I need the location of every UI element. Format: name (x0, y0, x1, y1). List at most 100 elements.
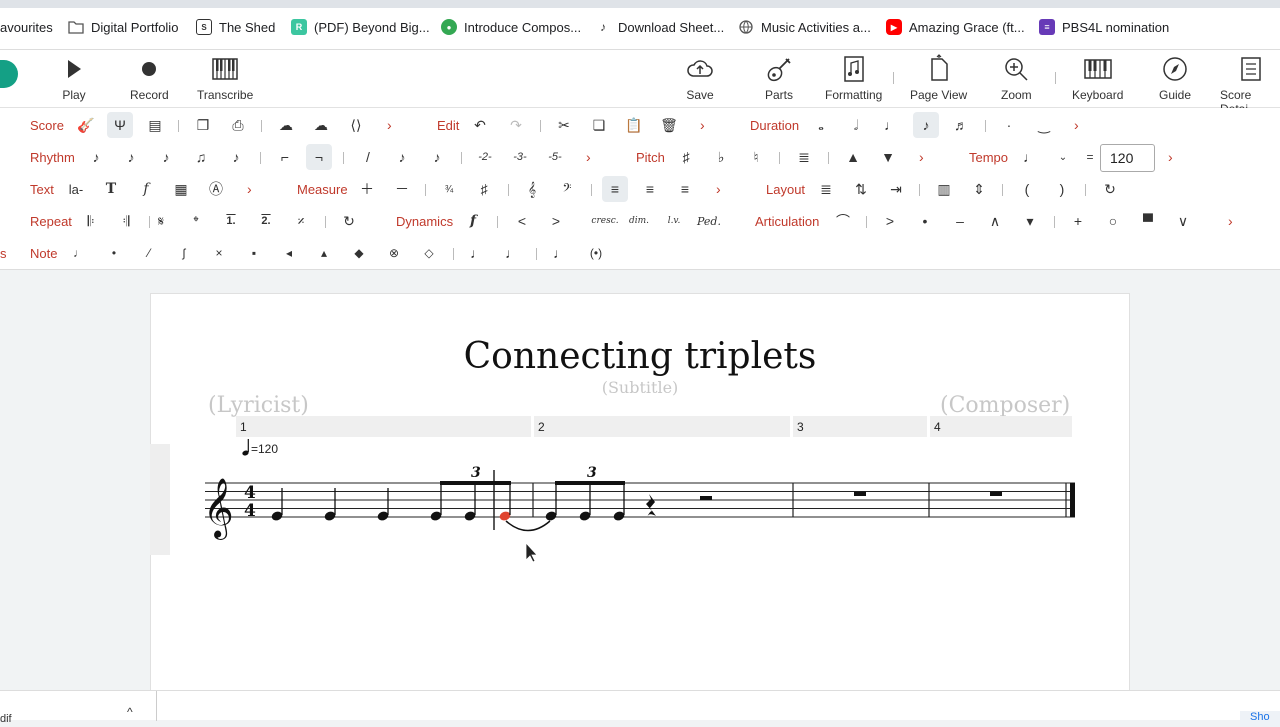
tempo-dropdown-chevron-icon[interactable]: ⌄ (1050, 144, 1076, 170)
score-lyricist[interactable]: (Lyricist) (208, 393, 309, 418)
parts-button[interactable]: Parts (764, 54, 794, 102)
repeat-end-icon[interactable]: 𝄇 (113, 208, 139, 234)
acciaccatura-icon[interactable]: ♪ (424, 144, 450, 170)
page-break-icon[interactable]: ⇅ (848, 176, 874, 202)
articulation-more-chevron-icon[interactable]: › (1228, 213, 1233, 229)
accent-icon[interactable]: > (877, 208, 903, 234)
staccatissimo-icon[interactable]: ▾ (1017, 208, 1043, 234)
bookmark-beyond-big[interactable]: R (PDF) Beyond Big... (291, 17, 430, 37)
tempo-input[interactable]: 120 (1100, 144, 1155, 172)
cue-note-icon[interactable]: ♪ (389, 144, 415, 170)
slash-icon[interactable]: / (355, 144, 381, 170)
beam-start-icon[interactable]: ⌐ (272, 144, 298, 170)
show-all-button[interactable]: Sho (1240, 711, 1280, 727)
notehead-circle-cross-icon[interactable]: ⊗ (381, 240, 407, 266)
bookmark-digital-portfolio[interactable]: Digital Portfolio (68, 17, 178, 37)
bookmark-introduce-compos[interactable]: ● Introduce Compos... (441, 17, 581, 37)
tuning-fork-icon[interactable]: Ψ (107, 112, 133, 138)
text-more-chevron-icon[interactable]: › (247, 181, 252, 197)
flat-icon[interactable]: ♭ (708, 144, 734, 170)
notehead-slash-stem-icon[interactable]: ʃ (171, 240, 197, 266)
down-bow-icon[interactable]: ▀ (1135, 208, 1161, 234)
measures-per-line-icon[interactable]: ▥ (931, 176, 957, 202)
whole-note-icon[interactable]: 𝅝 (808, 112, 834, 138)
small-note-icon[interactable]: ♩ (547, 240, 573, 266)
record-button[interactable]: Record (130, 54, 169, 102)
guitar-icon[interactable]: 🎸 (73, 112, 99, 138)
print-icon[interactable]: ⎙ (225, 112, 251, 138)
redo-icon[interactable]: ↷ (503, 112, 529, 138)
pitch-up-icon[interactable]: ▲ (840, 144, 866, 170)
stem-down-icon[interactable]: ♩ (464, 240, 490, 266)
score-page-icon[interactable]: ▤ (142, 112, 168, 138)
system-break-icon[interactable]: ≣ (813, 176, 839, 202)
spacing-icon[interactable]: ⇕ (966, 176, 992, 202)
marcato-icon[interactable]: ∧ (982, 208, 1008, 234)
segno-icon[interactable]: 𝄋 (148, 208, 174, 234)
staccato-icon[interactable]: • (912, 208, 938, 234)
sharp-icon[interactable]: ♯ (673, 144, 699, 170)
download-item-label[interactable]: dif (0, 713, 12, 725)
score-more-chevron-icon[interactable]: › (387, 117, 392, 133)
bookmark-favourites[interactable]: avourites (0, 17, 53, 37)
staff-selection-handle[interactable] (150, 444, 170, 555)
bookmark-music-activities[interactable]: Music Activities a... (738, 17, 871, 37)
chevron-up-icon[interactable]: ^ (127, 705, 133, 719)
cresc-text-button[interactable]: cresc. (591, 208, 618, 234)
transcribe-button[interactable]: Transcribe (197, 54, 253, 102)
second-ending-button[interactable]: 2. (253, 208, 279, 234)
beam-end-icon[interactable]: ¬ (306, 144, 332, 170)
bookmark-the-shed[interactable]: S The Shed (196, 17, 275, 37)
undo-icon[interactable]: ↶ (467, 112, 493, 138)
let-vibrate-button[interactable]: l.v. (661, 208, 687, 234)
triplet-button[interactable]: -3- (507, 144, 533, 170)
double-barline-icon[interactable]: ≡ (637, 176, 663, 202)
score-title[interactable]: Connecting triplets (150, 336, 1130, 377)
chord-diagram-icon[interactable]: ▦ (168, 176, 194, 202)
stem-up-icon[interactable]: ♩ (499, 240, 525, 266)
transpose-icon[interactable]: ≣ (791, 144, 817, 170)
notehead-half-diamond-icon[interactable]: ◇ (416, 240, 442, 266)
pedal-button[interactable]: Ped. (696, 208, 722, 234)
final-barline-icon[interactable]: ≡ (672, 176, 698, 202)
bass-clef-icon[interactable]: 𝄢 (554, 176, 580, 202)
copy-icon[interactable]: ❏ (586, 112, 612, 138)
text-button[interactable]: T (98, 176, 124, 202)
rehearsal-mark-icon[interactable]: Ⓐ (203, 176, 229, 202)
tempo-more-chevron-icon[interactable]: › (1168, 149, 1173, 165)
add-measure-icon[interactable]: ＋ (354, 176, 380, 202)
single-barline-icon[interactable]: ≡ (602, 176, 628, 202)
up-bow-icon[interactable]: ∨ (1170, 208, 1196, 234)
slash-note-icon[interactable]: ♪ (223, 144, 249, 170)
delete-icon[interactable]: 🗑 (656, 112, 682, 138)
cut-icon[interactable]: ✂ (551, 112, 577, 138)
sixteenth-note-icon[interactable]: ♬ (948, 112, 974, 138)
zoom-button[interactable]: Zoom (1001, 54, 1032, 102)
bookmark-pbs4l[interactable]: ≡ PBS4L nomination (1039, 17, 1169, 37)
expression-button[interactable]: f (133, 176, 159, 202)
stopped-icon[interactable]: + (1065, 208, 1091, 234)
formatting-button[interactable]: Formatting (825, 54, 882, 102)
measure-number-2[interactable]: 2 (534, 416, 790, 437)
tempo-note-icon[interactable]: ♩ (1017, 144, 1043, 170)
natural-icon[interactable]: ♮ (743, 144, 769, 170)
grace-note-icon[interactable]: ♪ (83, 144, 109, 170)
copy-pages-icon[interactable]: ❐ (190, 112, 216, 138)
stretch-left-icon[interactable]: ( (1014, 176, 1040, 202)
edit-more-chevron-icon[interactable]: › (700, 117, 705, 133)
measure-more-chevron-icon[interactable]: › (716, 181, 721, 197)
paste-icon[interactable]: 📋 (621, 112, 647, 138)
measure-repeat-icon[interactable]: 𝄎 (288, 208, 314, 234)
dim-text-button[interactable]: dim. (626, 208, 652, 234)
remove-measure-icon[interactable]: － (389, 176, 415, 202)
indent-icon[interactable]: ⇥ (883, 176, 909, 202)
cloud-upload-icon[interactable]: ☁ (273, 112, 299, 138)
cloud-download-icon[interactable]: ☁ (308, 112, 334, 138)
pitch-more-chevron-icon[interactable]: › (919, 149, 924, 165)
first-ending-button[interactable]: 1. (218, 208, 244, 234)
notehead-square-icon[interactable]: ▪ (241, 240, 267, 266)
rhythm-more-chevron-icon[interactable]: › (586, 149, 591, 165)
guide-button[interactable]: Guide (1159, 54, 1191, 102)
tenuto-icon[interactable]: – (947, 208, 973, 234)
pitch-down-icon[interactable]: ▼ (875, 144, 901, 170)
